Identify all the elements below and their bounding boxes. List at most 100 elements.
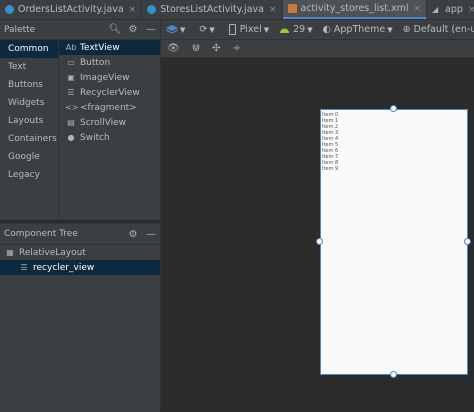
device-preview[interactable]: Item 0 Item 1 Item 2 Item 3 Item 4 Item 5 Item… — [320, 109, 468, 375]
phone-icon — [228, 24, 236, 35]
tab-label: StoresListActivity.java — [160, 4, 264, 15]
component-tree-title: Component Tree — [4, 229, 78, 239]
eye-icon[interactable]: 👁︎ — [161, 43, 186, 54]
component-tree-pane: Component Tree ⚙ — ▦ RelativeLayout ☰ recyc… — [0, 223, 160, 412]
palette-categories: Common Text Buttons Widgets Layouts Container… — [0, 40, 58, 220]
palette-item-label: ImageView — [80, 72, 130, 83]
textview-icon: Ab — [65, 43, 77, 52]
palette-category[interactable]: Common — [0, 40, 58, 58]
device-label: Pixel — [239, 24, 262, 35]
switch-icon: ● — [67, 133, 75, 142]
palette-title: Palette — [4, 24, 36, 35]
guideline-icon[interactable]: ÷ — [226, 43, 246, 54]
palette-item[interactable]: ▤ ScrollView — [59, 115, 160, 130]
layout-toolbar: 👁︎ ⋓ ✣ ÷ — [161, 40, 474, 58]
xml-file-icon — [287, 4, 297, 13]
orientation-dropdown[interactable]: ⟳ ▼ — [194, 24, 219, 35]
chevron-down-icon: ▼ — [387, 25, 393, 34]
close-icon[interactable]: × — [269, 5, 277, 15]
palette-item-label: Switch — [80, 132, 110, 143]
recyclerview-icon: ☰ — [20, 263, 28, 272]
theme-dropdown[interactable]: ◐ AppTheme ▼ — [318, 24, 398, 35]
resize-handle-right[interactable] — [464, 238, 471, 245]
palette-item[interactable]: ☰ RecyclerView — [59, 85, 160, 100]
palette-pane: Palette 🔍︎ ⚙ — Common Text Buttons Widgets L… — [0, 20, 160, 220]
rotate-icon: ⟳ — [199, 24, 208, 35]
locale-label: Default (en-us — [413, 24, 474, 35]
palette-item[interactable]: ● Switch — [59, 130, 160, 145]
api-level-dropdown[interactable]: 29 ▼ — [274, 24, 317, 35]
tab-label: activity_stores_list.xml — [300, 3, 409, 14]
palette-category[interactable]: Layouts — [0, 112, 58, 130]
close-icon[interactable]: × — [468, 5, 474, 15]
palette-category[interactable]: Legacy — [0, 166, 58, 184]
relativelayout-icon: ▦ — [6, 248, 14, 257]
component-tree-header: Component Tree ⚙ — — [0, 224, 160, 245]
preview-list-item: Item 9 — [322, 166, 339, 172]
editor-tab-bar: OrdersListActivity.java × StoresListActivi… — [0, 0, 474, 20]
palette-category[interactable]: Buttons — [0, 76, 58, 94]
palette-item-label: Button — [80, 57, 111, 68]
theme-label: AppTheme — [333, 24, 386, 35]
globe-icon: ⊕ — [402, 24, 411, 35]
tree-node[interactable]: ☰ recycler_view — [0, 260, 160, 275]
close-icon[interactable]: × — [414, 4, 422, 14]
java-class-icon — [5, 5, 14, 14]
palette-category[interactable]: Text — [0, 58, 58, 76]
resize-handle-bottom[interactable] — [390, 371, 397, 378]
tree-node-label: recycler_view — [33, 262, 95, 273]
editor-tab[interactable]: OrdersListActivity.java × — [0, 0, 143, 19]
palette-category[interactable]: Google — [0, 148, 58, 166]
palette-item[interactable]: Ab TextView — [59, 40, 160, 55]
palette-header: Palette 🔍︎ ⚙ — — [0, 20, 160, 40]
editor-tab[interactable]: StoresListActivity.java × — [142, 0, 283, 19]
palette-item-label: RecyclerView — [80, 87, 140, 98]
palette-item-label: ScrollView — [80, 117, 127, 128]
design-toolbar: ▼ ⟳ ▼ Pixel ▼ 29 ▼ ◐ AppTheme ▼ ⊕ Defaul… — [161, 20, 474, 40]
device-dropdown[interactable]: Pixel ▼ — [224, 24, 274, 35]
tab-label: app — [445, 4, 463, 15]
palette-items: Ab TextView ▭ Button ▣ ImageView ☰ RecyclerView… — [58, 40, 160, 220]
minimize-icon[interactable]: — — [142, 229, 160, 240]
palette-item[interactable]: <> <fragment> — [59, 100, 160, 115]
tab-label: OrdersListActivity.java — [18, 4, 124, 15]
resize-handle-top[interactable] — [390, 105, 397, 112]
expand-horizontal-icon[interactable]: ✣ — [206, 43, 226, 54]
fragment-icon: <> — [65, 103, 79, 112]
chevron-down-icon: ▼ — [209, 25, 215, 34]
module-icon: ◢ — [432, 5, 439, 14]
component-tree: ▦ RelativeLayout ☰ recycler_view — [0, 245, 160, 275]
magnet-icon[interactable]: ⋓ — [186, 43, 206, 54]
palette-item[interactable]: ▣ ImageView — [59, 70, 160, 85]
editor-tab[interactable]: activity_stores_list.xml × — [282, 0, 428, 19]
imageview-icon: ▣ — [67, 73, 75, 82]
layers-icon — [166, 24, 178, 34]
chevron-down-icon: ▼ — [263, 25, 270, 34]
android-icon — [280, 28, 290, 33]
resize-handle-left[interactable] — [316, 238, 323, 245]
recyclerview-icon: ☰ — [67, 88, 75, 97]
scrollview-icon: ▤ — [67, 118, 75, 127]
close-icon[interactable]: × — [129, 5, 137, 15]
palette-item-label: TextView — [80, 42, 120, 53]
palette-category[interactable]: Containers — [0, 130, 58, 148]
tree-node-label: RelativeLayout — [19, 247, 86, 258]
tree-node[interactable]: ▦ RelativeLayout — [0, 245, 160, 260]
palette-item-label: <fragment> — [80, 102, 137, 113]
gear-icon[interactable]: ⚙ — [124, 229, 142, 240]
palette-category[interactable]: Widgets — [0, 94, 58, 112]
chevron-down-icon: ▼ — [180, 25, 186, 34]
locale-dropdown[interactable]: ⊕ Default (en-us — [398, 24, 474, 35]
java-class-icon — [147, 5, 157, 14]
editor-tab[interactable]: ◢ app × — [427, 0, 474, 19]
recycler-view-preview[interactable]: Item 0 Item 1 Item 2 Item 3 Item 4 Item 5 Item… — [321, 110, 467, 172]
button-icon: ▭ — [67, 58, 75, 67]
chevron-down-icon: ▼ — [307, 25, 313, 34]
search-icon[interactable]: 🔍︎ — [106, 24, 124, 35]
design-mode-dropdown[interactable]: ▼ — [161, 24, 190, 35]
design-canvas[interactable]: Item 0 Item 1 Item 2 Item 3 Item 4 Item 5 Item… — [161, 58, 474, 411]
api-level-label: 29 — [293, 24, 306, 35]
minimize-icon[interactable]: — — [142, 24, 160, 35]
gear-icon[interactable]: ⚙ — [124, 24, 142, 35]
palette-item[interactable]: ▭ Button — [59, 55, 160, 70]
